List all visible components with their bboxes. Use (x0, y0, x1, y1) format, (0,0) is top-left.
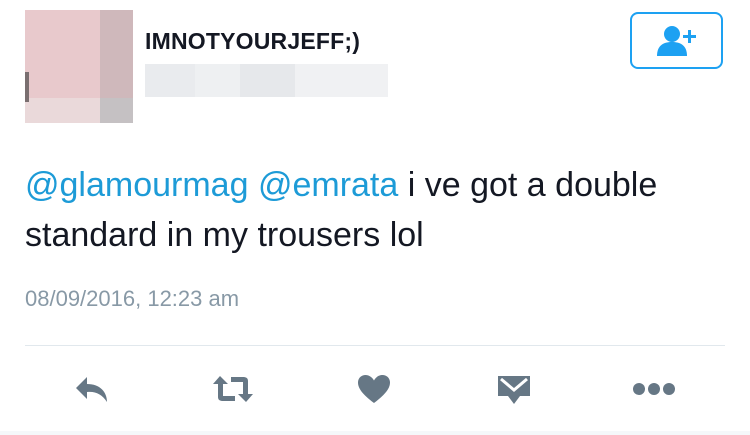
follow-button[interactable] (630, 12, 723, 69)
direct-message-button[interactable] (492, 367, 536, 411)
reply-icon (76, 377, 107, 402)
avatar[interactable] (25, 10, 133, 123)
mention-link[interactable]: @glamourmag (25, 166, 249, 204)
retweet-button[interactable] (211, 367, 255, 411)
display-name[interactable]: IMNOTYOURJEFF;) (145, 28, 360, 55)
envelope-icon (498, 376, 530, 404)
bottom-border (0, 431, 750, 435)
retweet-icon (213, 376, 253, 402)
divider (25, 345, 725, 346)
reply-button[interactable] (71, 367, 115, 411)
add-user-icon (656, 25, 696, 56)
redacted-handle (145, 64, 388, 97)
more-dots-icon (633, 383, 675, 395)
like-button[interactable] (352, 367, 396, 411)
timestamp[interactable]: 08/09/2016, 12:23 am (25, 286, 239, 312)
more-button[interactable] (632, 367, 676, 411)
mention-link[interactable]: @emrata (258, 166, 398, 204)
tweet-text: @glamourmag @emrata i ve got a double st… (25, 160, 725, 260)
heart-icon (358, 375, 390, 403)
